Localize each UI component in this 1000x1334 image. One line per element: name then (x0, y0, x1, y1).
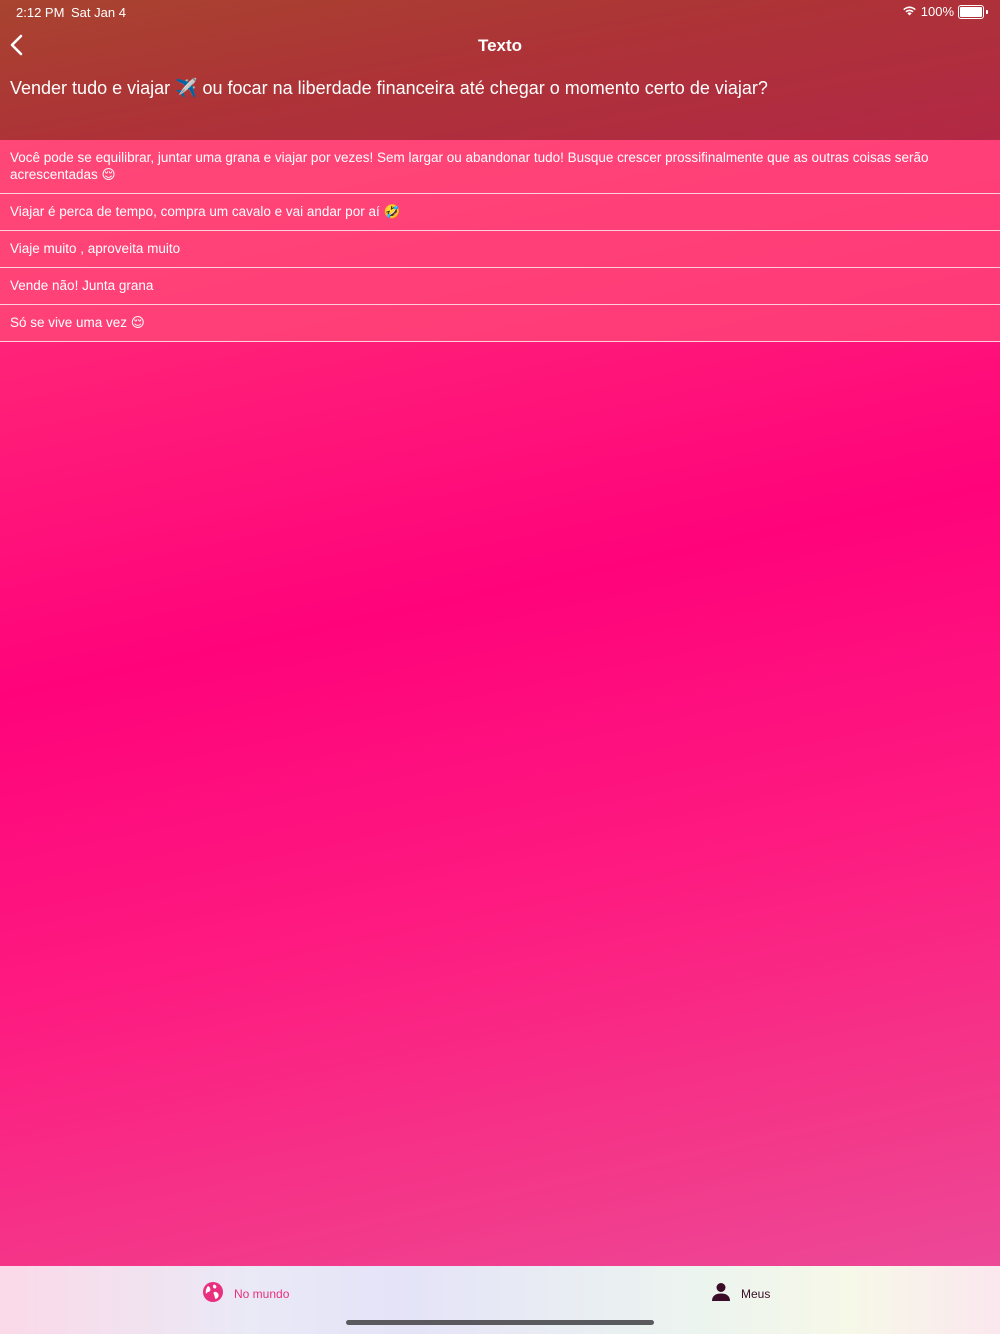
answer-item[interactable]: Vende não! Junta grana (0, 268, 1000, 305)
status-bar: 2:12 PM Sat Jan 4 100% (0, 0, 1000, 24)
page-title: Texto (477, 36, 523, 55)
status-indicators: 100% (902, 4, 988, 19)
tab-label: No mundo (234, 1287, 290, 1301)
answer-item[interactable]: Você pode se equilibrar, juntar uma gran… (0, 140, 1000, 194)
battery-level (960, 6, 982, 17)
screen: 2:12 PM Sat Jan 4 100% Texto Vender tudo… (0, 0, 1000, 1334)
wifi-icon (902, 4, 917, 19)
header: 2:12 PM Sat Jan 4 100% Texto Vender tudo… (0, 0, 1000, 140)
tab-no-mundo[interactable]: No mundo (202, 1280, 289, 1308)
home-indicator (346, 1320, 654, 1325)
battery-icon (958, 4, 984, 19)
nav-bar: Texto (0, 26, 1000, 66)
status-time: 2:12 PM (16, 5, 65, 20)
answer-list: Você pode se equilibrar, juntar uma gran… (0, 140, 1000, 342)
person-icon (711, 1282, 731, 1307)
question-text: Vender tudo e viajar ✈️ ou focar na libe… (10, 78, 768, 98)
answer-item[interactable]: Só se vive uma vez 😌 (0, 305, 1000, 342)
answer-item[interactable]: Viajar é perca de tempo, compra um caval… (0, 194, 1000, 231)
tab-label: Meus (741, 1287, 771, 1301)
answer-item[interactable]: Viaje muito , aproveita muito (0, 231, 1000, 268)
globe-icon (202, 1281, 224, 1308)
status-date: Sat Jan 4 (71, 5, 126, 20)
tab-meus[interactable]: Meus (711, 1280, 770, 1308)
battery-tip (986, 9, 988, 14)
battery-percent: 100% (920, 4, 954, 19)
